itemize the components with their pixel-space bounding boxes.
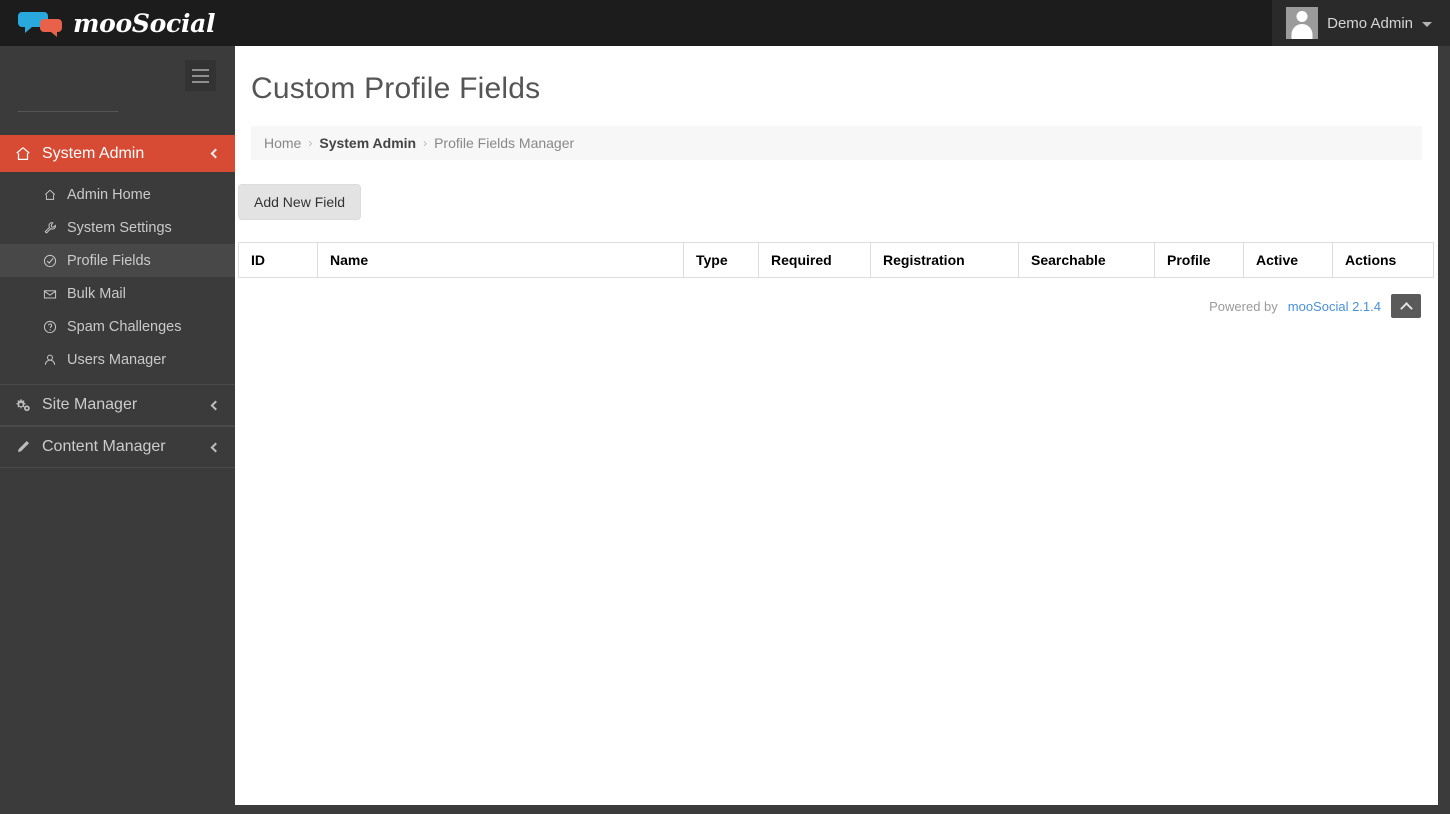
column-header-profile[interactable]: Profile <box>1154 242 1244 278</box>
column-header-searchable[interactable]: Searchable <box>1018 242 1155 278</box>
hamburger-line <box>192 80 209 83</box>
check-circle-icon <box>43 254 57 267</box>
profile-fields-table: ID Name Type Required Registration Searc… <box>238 242 1434 278</box>
column-header-registration[interactable]: Registration <box>870 242 1019 278</box>
sidebar-item-label: Users Manager <box>67 351 167 368</box>
sidebar-item-admin-home[interactable]: Admin Home <box>0 178 235 211</box>
sidebar-item-label: Profile Fields <box>67 252 151 269</box>
breadcrumb-system-admin[interactable]: System Admin <box>319 135 416 151</box>
breadcrumb: Home › System Admin › Profile Fields Man… <box>251 126 1422 160</box>
sidebar-nav: System Admin Admin Home System Settings <box>0 135 235 468</box>
sidebar-group-site-manager[interactable]: Site Manager <box>0 384 235 426</box>
home-icon <box>16 146 30 160</box>
sidebar-item-users-manager[interactable]: Users Manager <box>0 343 235 376</box>
hamburger-line <box>192 74 209 77</box>
brand[interactable]: mooSocial <box>0 8 216 38</box>
add-new-field-button[interactable]: Add New Field <box>238 184 362 220</box>
sidebar: System Admin Admin Home System Settings <box>0 46 235 805</box>
sidebar-item-system-settings[interactable]: System Settings <box>0 211 235 244</box>
column-header-required[interactable]: Required <box>758 242 871 278</box>
scroll-to-top-button[interactable] <box>1391 294 1421 318</box>
page-title: Custom Profile Fields <box>251 72 541 105</box>
footer-powered-by-label: Powered by <box>1209 298 1278 314</box>
sidebar-item-bulk-mail[interactable]: Bulk Mail <box>0 277 235 310</box>
user-name: Demo Admin <box>1327 14 1413 32</box>
sidebar-group-label: System Admin <box>42 144 145 162</box>
chevron-down-icon <box>1422 21 1432 27</box>
chevron-left-icon <box>210 148 221 159</box>
breadcrumb-current: Profile Fields Manager <box>434 135 575 151</box>
profile-fields-table-wrap: ID Name Type Required Registration Searc… <box>238 242 1434 278</box>
sidebar-divider <box>18 111 118 112</box>
sidebar-submenu-system-admin: Admin Home System Settings Profile Field… <box>0 172 235 384</box>
main-content: Custom Profile Fields Home › System Admi… <box>235 46 1438 805</box>
chevron-left-icon <box>210 400 221 410</box>
sidebar-item-profile-fields[interactable]: Profile Fields <box>0 244 235 277</box>
toolbar: Add New Field <box>235 160 1438 220</box>
footer-product-link[interactable]: mooSocial 2.1.4 <box>1288 299 1381 314</box>
sidebar-group-label: Content Manager <box>42 438 166 455</box>
user-icon <box>44 354 56 365</box>
envelope-icon <box>43 289 57 298</box>
column-header-active[interactable]: Active <box>1243 242 1333 278</box>
hamburger-menu-icon[interactable] <box>185 60 216 91</box>
user-menu[interactable]: Demo Admin <box>1272 0 1450 46</box>
top-bar: mooSocial Demo Admin <box>0 0 1450 46</box>
chevron-left-icon <box>210 442 221 452</box>
brand-name: mooSocial <box>73 8 216 38</box>
sidebar-item-label: Spam Challenges <box>67 318 182 335</box>
hamburger-line <box>192 68 209 71</box>
breadcrumb-separator-icon: › <box>423 136 428 150</box>
avatar <box>1286 7 1319 39</box>
sidebar-group-label: Site Manager <box>42 396 138 413</box>
chevron-up-icon <box>1399 301 1413 315</box>
column-header-name[interactable]: Name <box>317 242 684 278</box>
speech-bubbles-icon <box>18 9 64 37</box>
footer: Powered by mooSocial 2.1.4 <box>235 278 1438 318</box>
column-header-type[interactable]: Type <box>683 242 759 278</box>
sidebar-item-label: Bulk Mail <box>67 285 126 302</box>
wrench-icon <box>44 221 56 234</box>
column-header-actions[interactable]: Actions <box>1332 242 1434 278</box>
breadcrumb-separator-icon: › <box>308 136 313 150</box>
question-circle-icon <box>43 320 57 333</box>
column-header-id[interactable]: ID <box>238 242 318 278</box>
gears-icon <box>16 399 30 412</box>
sidebar-item-spam-challenges[interactable]: Spam Challenges <box>0 310 235 343</box>
pencil-icon <box>17 440 30 453</box>
sidebar-item-label: Admin Home <box>67 186 151 203</box>
home-icon <box>44 189 56 200</box>
breadcrumb-home[interactable]: Home <box>264 135 301 151</box>
table-header-row: ID Name Type Required Registration Searc… <box>238 242 1434 278</box>
sidebar-group-system-admin[interactable]: System Admin <box>0 135 235 172</box>
sidebar-group-content-manager[interactable]: Content Manager <box>0 426 235 468</box>
table-head: ID Name Type Required Registration Searc… <box>238 242 1434 278</box>
sidebar-item-label: System Settings <box>67 219 172 236</box>
